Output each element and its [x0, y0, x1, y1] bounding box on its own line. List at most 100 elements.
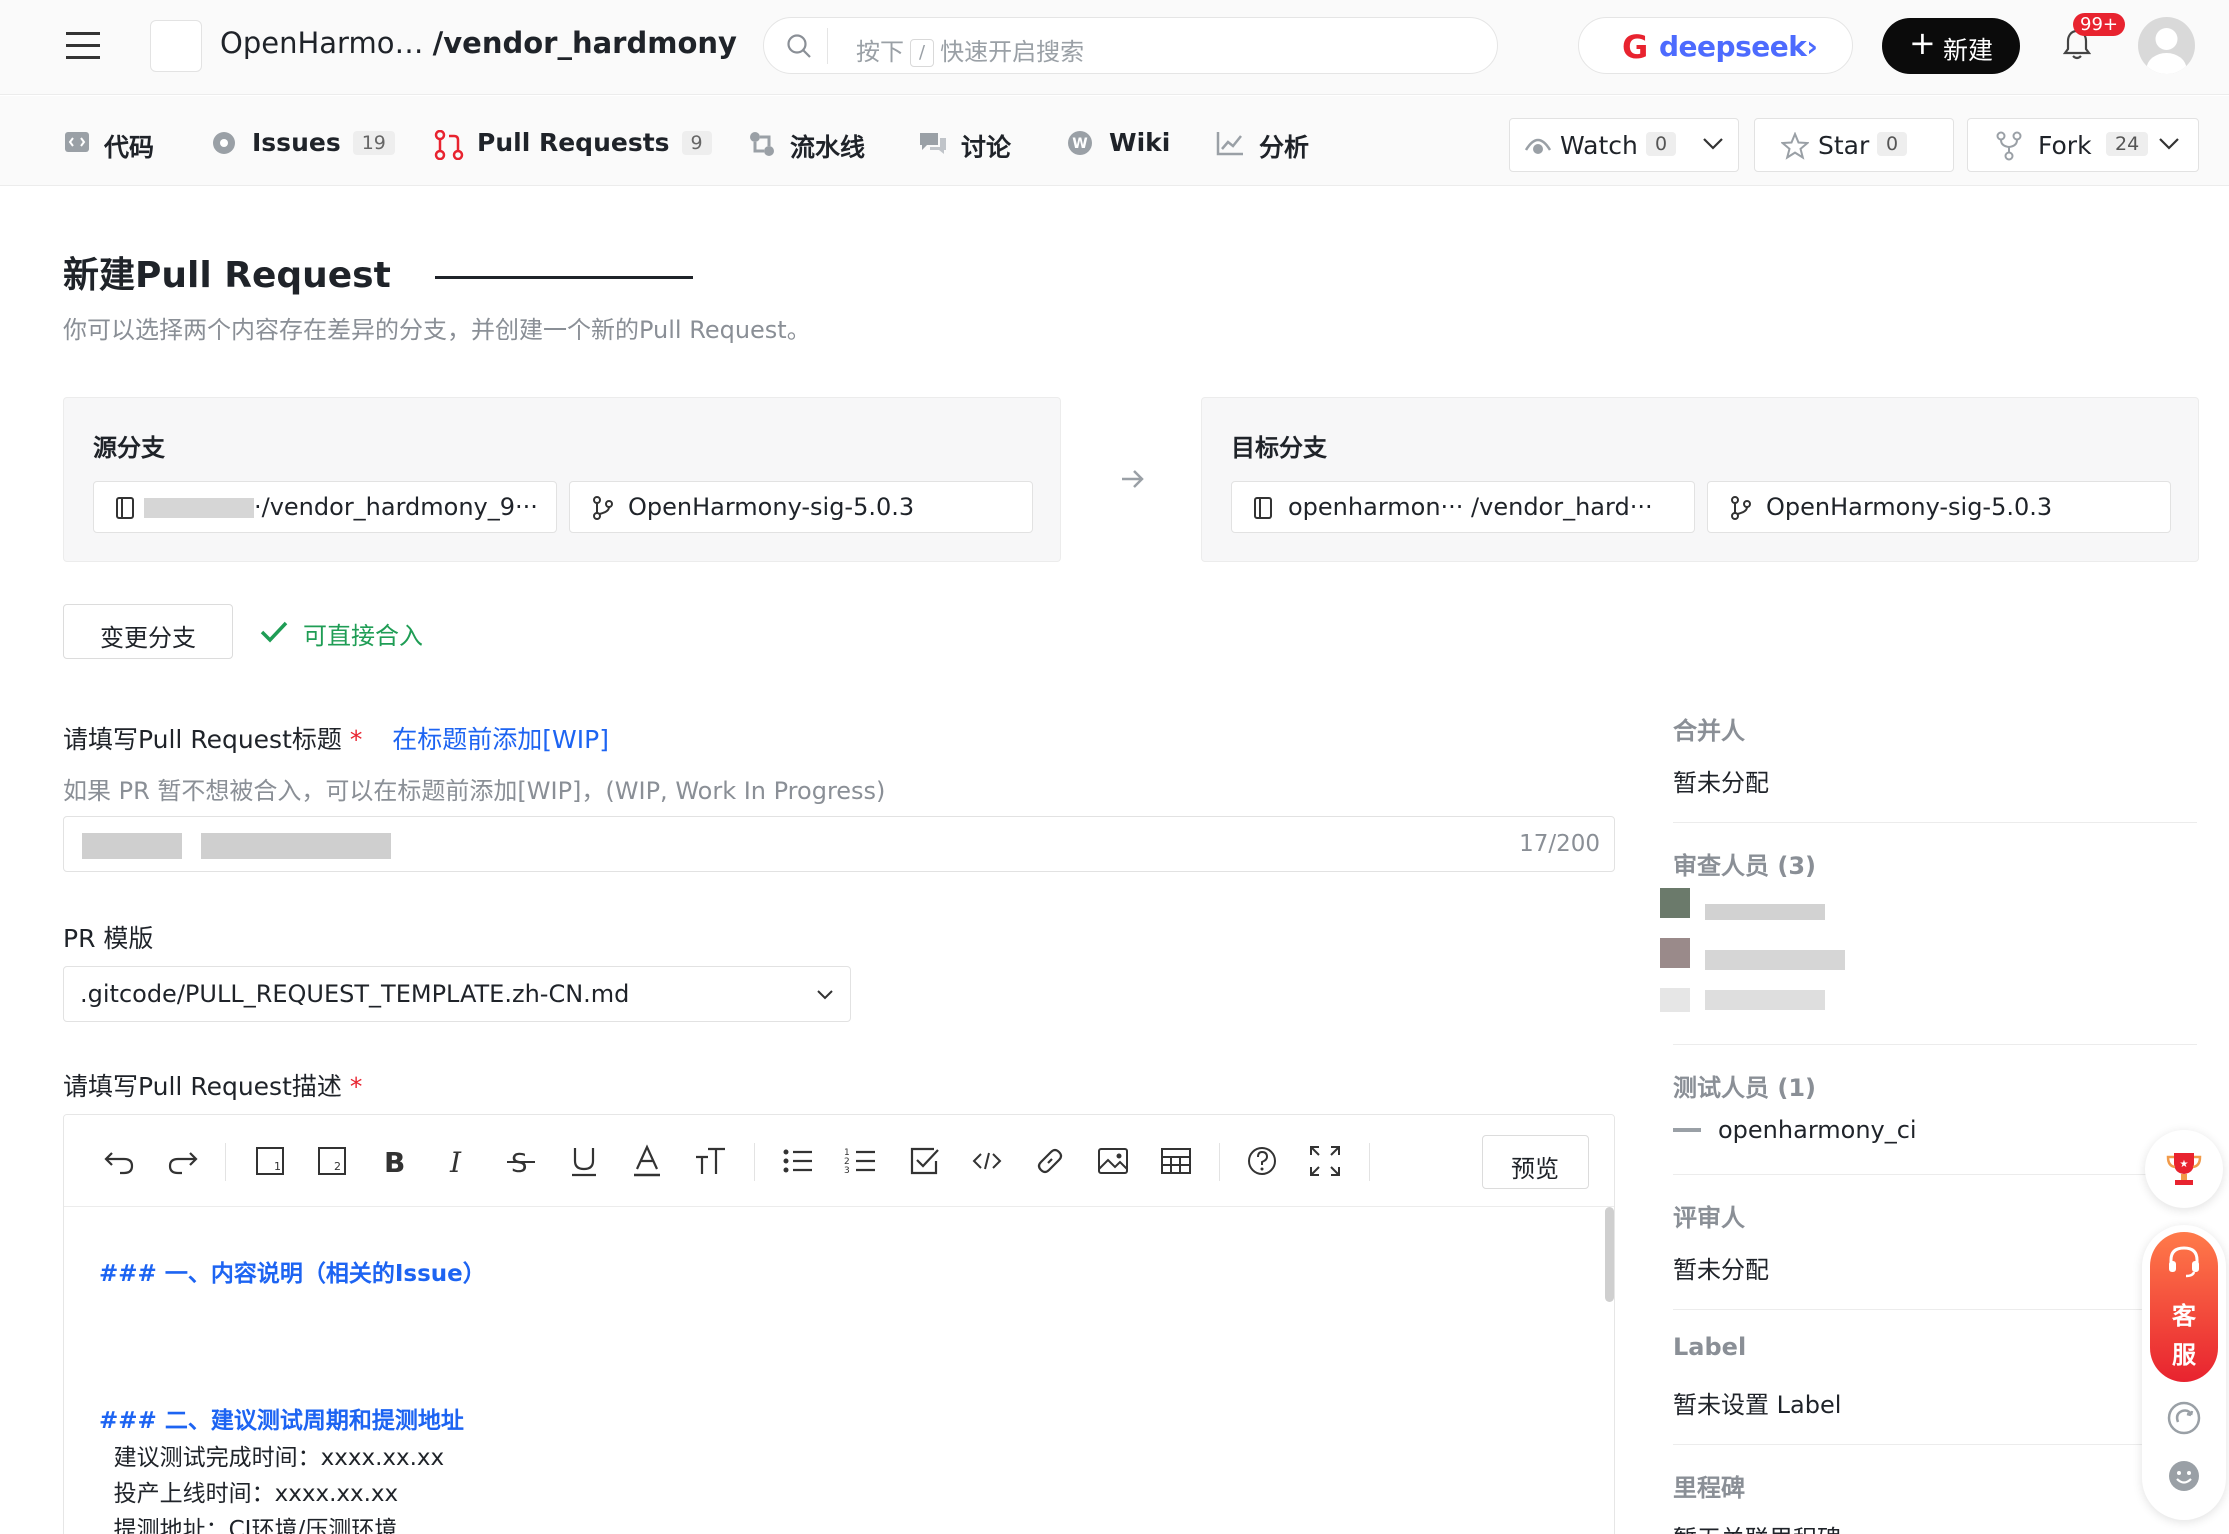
repo-avatar[interactable] — [150, 20, 202, 72]
chevron-down-icon — [2158, 137, 2180, 151]
editor-line[interactable]: 建议测试完成时间：xxxx.xx.xx — [99, 1438, 445, 1472]
redo-icon[interactable] — [164, 1143, 200, 1179]
tab-issues[interactable]: Issues 19 — [252, 128, 395, 157]
svg-text:★: ★ — [2180, 1159, 2189, 1170]
description-label: 请填写Pull Request描述 * — [63, 1072, 363, 1101]
service-label: 客 服 — [2172, 1302, 2196, 1369]
fork-label: Fork — [2038, 131, 2092, 160]
text-color-icon[interactable] — [629, 1143, 665, 1179]
tab-discussion[interactable]: 讨论 — [961, 128, 1011, 164]
sidebar-divider — [1673, 1174, 2197, 1175]
activity-float-button[interactable]: ★ — [2145, 1130, 2223, 1208]
milestone-title[interactable]: 里程碑 — [1673, 1468, 1745, 1503]
help-icon[interactable] — [1244, 1143, 1280, 1179]
pull-requests-count: 9 — [681, 131, 712, 155]
editor-line[interactable]: 投产上线时间：xxxx.xx.xx — [99, 1474, 399, 1508]
change-branch-button[interactable]: 变更分支 — [63, 604, 233, 659]
repo-breadcrumb[interactable]: OpenHarmo… /vendor_hardmony — [220, 26, 737, 60]
toolbar-divider — [225, 1143, 226, 1181]
editor-line[interactable]: 提测地址：CI环境/压测环境 — [99, 1510, 398, 1534]
tab-pull-requests[interactable]: Pull Requests 9 — [477, 128, 712, 157]
deepseek-label: deepseek› — [1659, 30, 1818, 63]
tab-analytics[interactable]: 分析 — [1259, 128, 1309, 164]
tab-pipeline[interactable]: 流水线 — [790, 128, 865, 164]
discussion-icon — [918, 130, 948, 156]
refresh-icon[interactable] — [2167, 1401, 2201, 1435]
required-mark: * — [349, 725, 363, 754]
reviewers-title[interactable]: 审查人员 (3) — [1673, 846, 1816, 881]
bold-icon[interactable]: B — [377, 1143, 413, 1179]
analytics-icon — [1216, 130, 1244, 156]
watch-button[interactable]: Watch 0 — [1509, 118, 1739, 172]
hamburger-menu-icon[interactable] — [66, 30, 100, 60]
strikethrough-icon[interactable]: S — [503, 1143, 539, 1179]
target-repo-select[interactable]: openharmon··· /vendor_hard··· — [1231, 481, 1695, 533]
target-branch-select[interactable]: OpenHarmony-sig-5.0.3 — [1707, 481, 2171, 533]
heading1-icon[interactable]: 1 — [252, 1143, 288, 1179]
user-avatar[interactable] — [2138, 17, 2195, 74]
redacted-title-part — [82, 833, 182, 859]
heading2-icon[interactable]: 2 — [314, 1143, 350, 1179]
source-branch-select[interactable]: OpenHarmony-sig-5.0.3 — [569, 481, 1033, 533]
merger-value: 暂未分配 — [1673, 769, 1769, 797]
sidebar-divider — [1673, 1309, 2197, 1310]
italic-icon[interactable]: I — [440, 1143, 476, 1179]
image-icon[interactable] — [1095, 1143, 1131, 1179]
feedback-smile-icon[interactable] — [2167, 1459, 2201, 1493]
editor-line[interactable]: ### 一、内容说明（相关的Issue） — [99, 1254, 486, 1288]
assessor-title[interactable]: 评审人 — [1673, 1198, 1745, 1233]
fullscreen-icon[interactable] — [1307, 1143, 1343, 1179]
search-icon — [786, 33, 812, 59]
target-branch-label: 目标分支 — [1231, 434, 1327, 462]
code-block-icon[interactable] — [969, 1143, 1005, 1179]
undo-icon[interactable] — [102, 1143, 138, 1179]
watch-label: Watch — [1560, 131, 1638, 160]
preview-label: 预览 — [1511, 1155, 1559, 1183]
target-branch-name: OpenHarmony-sig-5.0.3 — [1766, 493, 2053, 521]
repo-owner[interactable]: OpenHarmo… — [220, 26, 423, 60]
star-button[interactable]: Star 0 — [1754, 118, 1954, 172]
fork-icon — [1996, 131, 2022, 161]
deepseek-button[interactable]: G deepseek› — [1578, 17, 1853, 74]
preview-button[interactable]: 预览 — [1482, 1135, 1589, 1189]
template-select[interactable]: .gitcode/PULL_REQUEST_TEMPLATE.zh-CN.md — [63, 966, 851, 1022]
new-button[interactable]: + 新建 — [1882, 18, 2020, 74]
wiki-icon: W — [1067, 130, 1093, 156]
font-size-icon[interactable] — [692, 1143, 728, 1179]
label-title[interactable]: Label — [1673, 1333, 1746, 1361]
add-wip-link[interactable]: 在标题前添加[WIP] — [392, 725, 609, 754]
sidebar-divider — [1673, 1444, 2197, 1445]
avatar — [1660, 938, 1690, 968]
title-input[interactable]: 17/200 — [63, 816, 1615, 872]
numbered-list-icon[interactable]: 123 — [843, 1143, 879, 1179]
editor-line[interactable]: ### 二、建议测试周期和提测地址 — [99, 1401, 464, 1435]
underline-icon[interactable] — [566, 1143, 602, 1179]
editor-scrollbar[interactable] — [1605, 1207, 1614, 1302]
merger-title[interactable]: 合并人 — [1673, 711, 1745, 746]
table-icon[interactable] — [1158, 1143, 1194, 1179]
pipeline-icon — [748, 130, 776, 158]
search-divider — [827, 28, 828, 64]
repo-name[interactable]: /vendor_hardmony — [433, 26, 737, 60]
star-count: 0 — [1877, 132, 1908, 156]
new-button-label: 新建 — [1943, 36, 1994, 65]
link-icon[interactable] — [1032, 1143, 1068, 1179]
testers-title[interactable]: 测试人员 (1) — [1673, 1068, 1816, 1103]
tab-wiki[interactable]: Wiki — [1109, 128, 1170, 157]
source-branch-label: 源分支 — [93, 434, 165, 462]
notification-badge: 99+ — [2073, 13, 2125, 36]
deepseek-logo-icon: G — [1622, 28, 1649, 66]
avatar — [1660, 988, 1690, 1012]
tab-code[interactable]: 代码 — [104, 128, 154, 164]
reviewers-list — [1660, 888, 1845, 1028]
fork-button[interactable]: Fork 24 — [1967, 118, 2199, 172]
source-repo-select[interactable]: ·/vendor_hardmony_9··· — [93, 481, 557, 533]
customer-service-button[interactable]: 客 服 — [2150, 1232, 2218, 1382]
markdown-editor[interactable]: 1 2 B I S 123 预览 ### 一、内容说明（相关的Issue） ##… — [63, 1114, 1615, 1534]
sidebar-divider — [1673, 822, 2197, 823]
search-box[interactable]: 按下 / 快速开启搜索 — [763, 17, 1498, 74]
bullet-list-icon[interactable] — [780, 1143, 816, 1179]
pull-request-icon — [434, 130, 464, 160]
branch-icon — [1730, 496, 1752, 520]
task-list-icon[interactable] — [906, 1143, 942, 1179]
